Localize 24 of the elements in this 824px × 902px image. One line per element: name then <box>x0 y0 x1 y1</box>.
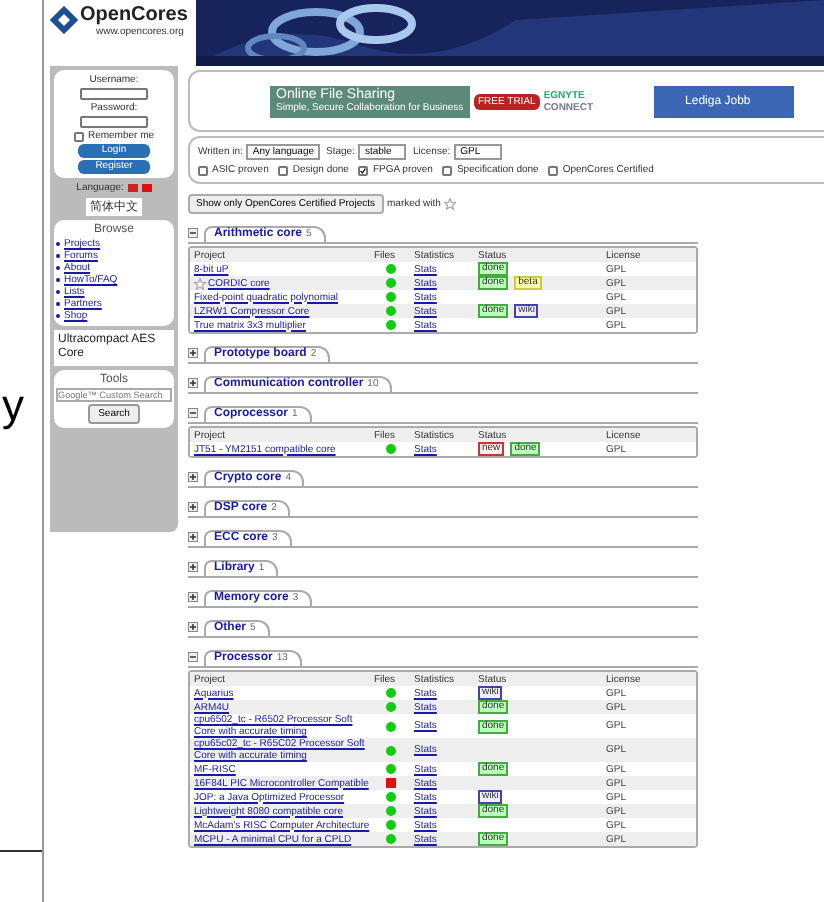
filter-checkbox[interactable] <box>442 165 453 175</box>
star-icon <box>444 198 457 210</box>
expand-icon[interactable] <box>188 378 198 388</box>
password-field[interactable] <box>80 116 148 128</box>
collapse-icon[interactable] <box>188 228 198 238</box>
expand-icon[interactable] <box>188 502 198 512</box>
expand-icon[interactable] <box>188 592 198 602</box>
expand-icon[interactable] <box>188 622 198 632</box>
logo-text: OpenCores <box>80 6 188 26</box>
username-field[interactable] <box>80 88 148 100</box>
expand-icon[interactable] <box>188 348 198 358</box>
filter-checkbox[interactable] <box>278 165 289 175</box>
collapse-icon[interactable] <box>188 652 198 662</box>
expand-icon[interactable] <box>188 532 198 542</box>
expand-icon[interactable] <box>188 562 198 572</box>
check-icon <box>360 165 367 175</box>
filter-checkbox[interactable] <box>358 165 369 175</box>
letter-text: y <box>2 384 24 428</box>
filter-checkbox[interactable] <box>548 165 559 175</box>
collapse-icon[interactable] <box>188 408 198 418</box>
logo-icon <box>50 6 78 34</box>
remember-checkbox[interactable] <box>73 131 84 141</box>
filter-checkbox[interactable] <box>198 165 208 175</box>
expand-icon[interactable] <box>188 472 198 482</box>
